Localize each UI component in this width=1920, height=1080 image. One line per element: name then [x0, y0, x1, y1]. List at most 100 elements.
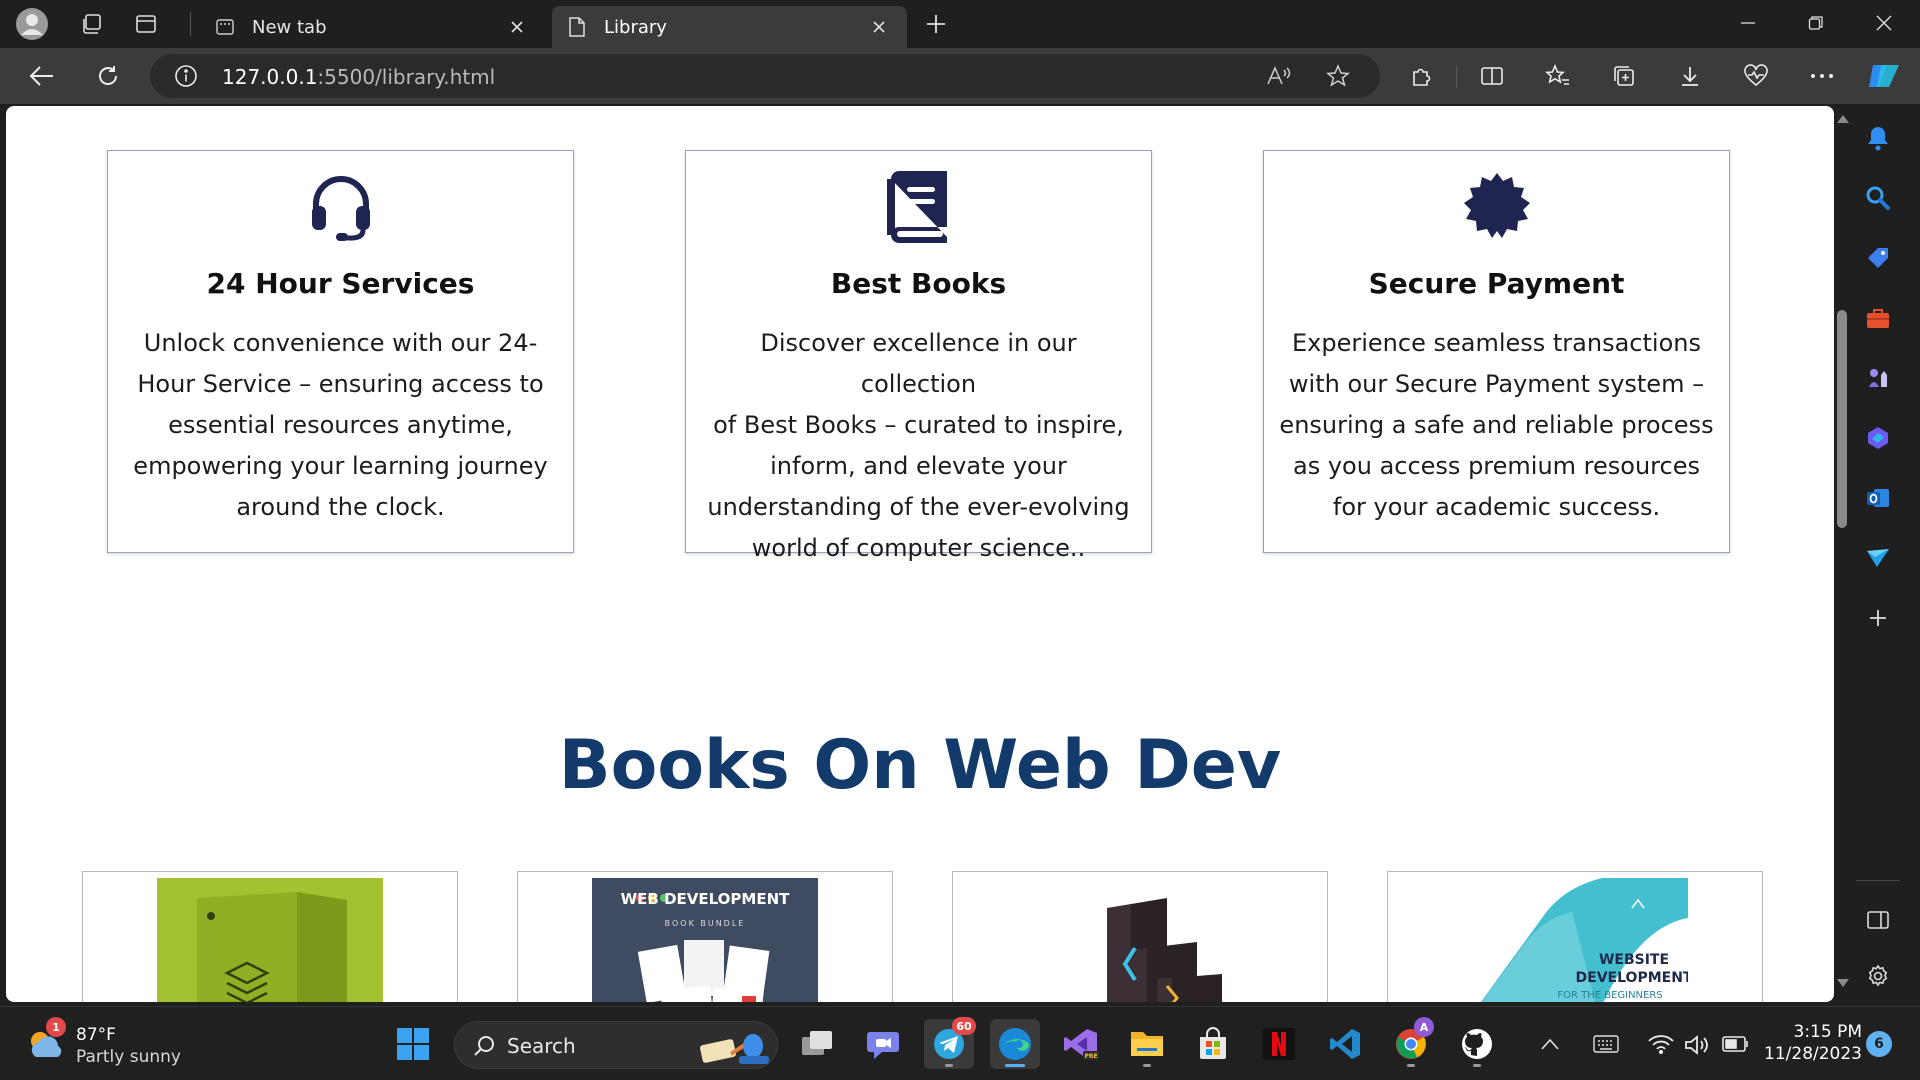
close-tab-icon[interactable] [503, 13, 531, 41]
book-cover-image[interactable] [1027, 878, 1253, 1002]
feature-description: Unlock convenience with our 24- Hour Ser… [122, 323, 559, 528]
microsoft-365-icon[interactable] [1856, 416, 1900, 460]
weather-temperature: 87°F [76, 1025, 116, 1045]
settings-more-button[interactable] [1802, 56, 1842, 96]
refresh-button[interactable] [88, 56, 128, 96]
book-cover-image[interactable]: WEB DEVELOPMENT BOOK BUNDLE [592, 878, 818, 1002]
scroll-up-arrow-icon[interactable] [1836, 112, 1850, 126]
more-dots-icon [1811, 74, 1833, 78]
tab-new-tab[interactable]: New tab [200, 6, 545, 48]
feature-card-best-books: Best Books Discover excellence in our co… [685, 150, 1152, 562]
description-line: Hour Service – ensuring access to [137, 370, 544, 398]
tab-title: Library [604, 16, 667, 38]
scrollbar-thumb[interactable] [1837, 310, 1847, 528]
search-icon[interactable] [1856, 176, 1900, 220]
running-indicator [1407, 1064, 1415, 1067]
feature-card-24-hour-services: 24 Hour Services Unlock convenience with… [107, 150, 574, 553]
profile-avatar[interactable] [14, 6, 50, 42]
show-hidden-icons-button[interactable] [1530, 1019, 1570, 1069]
description-line: for your academic success. [1332, 493, 1661, 521]
back-button[interactable] [22, 56, 62, 96]
file-explorer-app[interactable] [1122, 1019, 1172, 1069]
chrome-app[interactable]: A [1386, 1017, 1436, 1069]
workspaces-button[interactable] [74, 6, 110, 42]
browser-essentials-button[interactable] [1736, 56, 1776, 96]
new-tab-button[interactable] [918, 6, 954, 42]
collections-icon [1614, 66, 1634, 86]
edge-browser-app[interactable] [990, 1019, 1040, 1069]
feature-title: 24 Hour Services [206, 267, 475, 300]
favorites-button[interactable] [1538, 56, 1578, 96]
vertical-tabs-icon [136, 15, 156, 33]
copilot-button[interactable] [1864, 56, 1904, 96]
visual-studio-preview-app[interactable]: PRE [1056, 1019, 1106, 1069]
microsoft-store-app[interactable] [1188, 1019, 1238, 1069]
vs-code-app[interactable] [1320, 1019, 1370, 1069]
task-view-button[interactable] [792, 1019, 842, 1069]
restore-button[interactable] [1782, 0, 1850, 46]
search-label: Search [507, 1034, 576, 1058]
teams-chat-button[interactable] [858, 1019, 908, 1069]
description-line: understanding of the ever-evolving [707, 493, 1130, 521]
visual-studio-icon: PRE [1064, 1029, 1099, 1060]
shopping-tag-icon[interactable] [1856, 236, 1900, 280]
site-info-icon[interactable] [174, 64, 198, 88]
sidebar-settings-gear-icon[interactable] [1856, 954, 1900, 998]
split-screen-button[interactable] [1472, 56, 1512, 96]
touch-keyboard-button[interactable] [1586, 1019, 1626, 1069]
extensions-button[interactable] [1402, 56, 1442, 96]
section-title: Books On Web Dev [558, 726, 1282, 805]
book-cover-image[interactable]: WEBSITE DEVELOPMENT FOR THE BEGINNERS [1462, 878, 1688, 1002]
edge-sidebar [1836, 104, 1920, 1006]
notification-center-badge[interactable]: 6 [1866, 1031, 1892, 1057]
system-clock[interactable]: 3:15 PM 11/28/2023 [1752, 1021, 1862, 1065]
url-host: 127.0.0.1 [222, 65, 318, 89]
description-line: of Best Books – curated to inspire, [713, 411, 1124, 439]
close-tab-icon[interactable] [865, 13, 893, 41]
github-desktop-app[interactable] [1452, 1019, 1502, 1069]
windows-taskbar: 1 87°F Partly sunny Search 60 PRE A 3:15… [0, 1006, 1920, 1080]
puzzle-icon [1413, 68, 1431, 86]
address-bar[interactable]: 127.0.0.1:5500/library.html [150, 54, 1380, 98]
scroll-down-arrow-icon[interactable] [1836, 976, 1850, 990]
chevron-up-icon [1541, 1038, 1559, 1050]
favorite-star-icon[interactable] [1326, 64, 1350, 88]
games-chess-icon[interactable] [1856, 356, 1900, 400]
sidebar-separator [1856, 880, 1900, 881]
minimize-button[interactable] [1714, 0, 1782, 46]
book-icon [883, 171, 955, 243]
book-card[interactable] [82, 871, 458, 1002]
weather-widget[interactable]: 1 87°F Partly sunny [26, 1017, 226, 1069]
telegram-app[interactable]: 60 [924, 1017, 976, 1069]
taskbar-search[interactable]: Search [454, 1021, 778, 1069]
book-card[interactable]: WEBSITE DEVELOPMENT FOR THE BEGINNERS [1387, 871, 1763, 1002]
quick-settings-button[interactable] [1640, 1019, 1760, 1069]
toolbar-separator [1456, 66, 1457, 88]
wifi-icon [1648, 1035, 1674, 1054]
windows-logo-icon [397, 1028, 429, 1060]
book-card[interactable]: WEB DEVELOPMENT BOOK BUNDLE [517, 871, 893, 1002]
close-icon [1876, 15, 1892, 31]
read-aloud-icon[interactable] [1266, 64, 1292, 88]
netflix-app[interactable] [1254, 1019, 1304, 1069]
start-button[interactable] [388, 1019, 438, 1069]
description-line: as you access premium resources [1293, 452, 1700, 480]
add-sidebar-app-icon[interactable] [1856, 596, 1900, 640]
battery-icon [1722, 1036, 1748, 1052]
book-card[interactable] [952, 871, 1328, 1002]
book-cover-image[interactable] [157, 878, 383, 1002]
tools-briefcase-icon[interactable] [1856, 296, 1900, 340]
drop-send-icon[interactable] [1856, 536, 1900, 580]
hide-sidebar-icon[interactable] [1856, 898, 1900, 942]
favorites-list-icon [1545, 64, 1569, 85]
close-window-button[interactable] [1850, 0, 1918, 46]
description-line: inform, and elevate your [770, 452, 1067, 480]
description-line: essential resources anytime, [168, 411, 513, 439]
notifications-bell-icon[interactable] [1856, 116, 1900, 160]
tab-actions-button[interactable] [128, 6, 164, 42]
downloads-button[interactable] [1670, 56, 1710, 96]
tab-library[interactable]: Library [552, 6, 907, 48]
collections-button[interactable] [1604, 56, 1644, 96]
weather-alert-badge: 1 [46, 1017, 66, 1037]
outlook-icon[interactable] [1856, 476, 1900, 520]
